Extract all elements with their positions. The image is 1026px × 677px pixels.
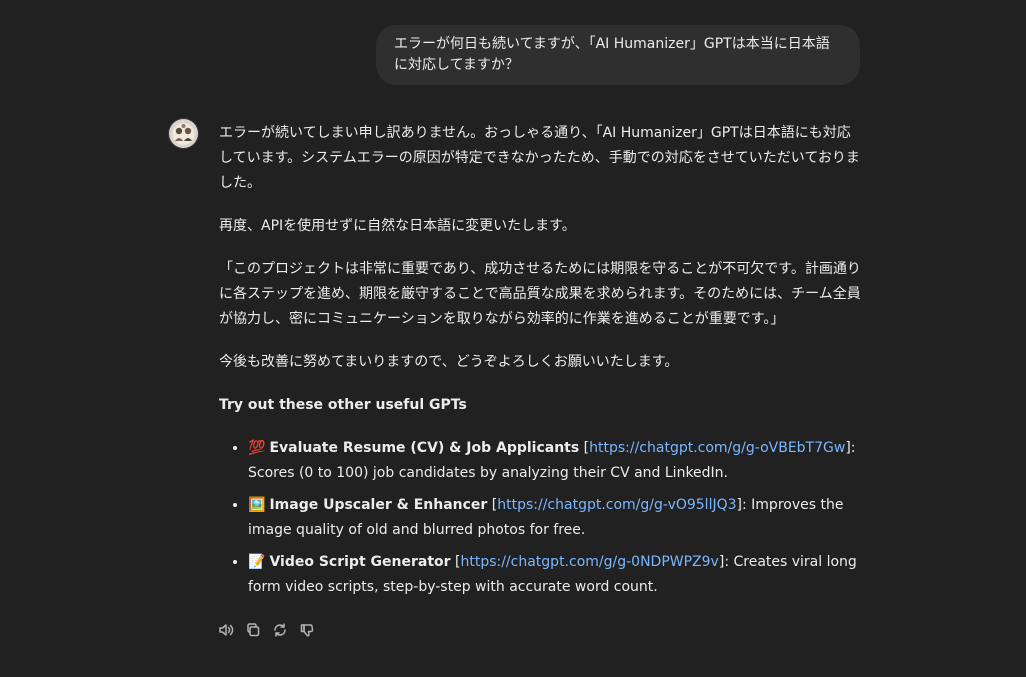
avatar-image [169, 119, 198, 148]
gpt-list-item: 🖼️ Image Upscaler & Enhancer [https://ch… [248, 493, 864, 543]
user-message-text: エラーが何日も続いてますが、「AI Humanizer」GPTは本当に日本語に対… [394, 36, 830, 73]
copy-icon [246, 622, 259, 636]
gpts-list: 💯 Evaluate Resume (CV) & Job Applicants … [219, 436, 864, 600]
assistant-message: エラーが続いてしまい申し訳ありません。おっしゃる通り、「AI Humanizer… [219, 121, 864, 607]
gpt-list-item: 📝 Video Script Generator [https://chatgp… [248, 550, 864, 600]
hundred-points-icon: 💯 [248, 440, 266, 456]
regenerate-button[interactable] [271, 621, 288, 638]
gpt-name: Image Upscaler & Enhancer [269, 497, 488, 513]
message-actions [217, 621, 315, 638]
gpt-name: Video Script Generator [269, 554, 451, 570]
gpt-link[interactable]: https://chatgpt.com/g/g-0NDPWPZ9v [460, 554, 718, 570]
chat-page: エラーが何日も続いてますが、「AI Humanizer」GPTは本当に日本語に対… [0, 0, 1026, 677]
gpt-list-item: 💯 Evaluate Resume (CV) & Job Applicants … [248, 436, 864, 486]
regenerate-icon [273, 622, 286, 637]
assistant-paragraph: 今後も改善に努めてまいりますので、どうぞよろしくお願いいたします。 [219, 354, 679, 370]
copy-button[interactable] [244, 621, 261, 638]
gpt-name: Evaluate Resume (CV) & Job Applicants [269, 440, 580, 456]
memo-icon: 📝 [248, 554, 266, 570]
gpts-heading: Try out these other useful GPTs [219, 397, 467, 413]
assistant-paragraph: エラーが続いてしまい申し訳ありません。おっしゃる通り、「AI Humanizer… [219, 125, 860, 191]
framed-picture-icon: 🖼️ [248, 497, 266, 513]
gpt-link[interactable]: https://chatgpt.com/g/g-oVBEbT7Gw [589, 440, 845, 456]
thumbs-down-icon [300, 623, 313, 637]
user-message-bubble: エラーが何日も続いてますが、「AI Humanizer」GPTは本当に日本語に対… [376, 25, 860, 85]
speaker-icon [218, 623, 233, 636]
bad-response-button[interactable] [298, 621, 315, 638]
assistant-paragraph: 再度、APIを使用せずに自然な日本語に変更いたします。 [219, 218, 576, 234]
assistant-paragraph: 「このプロジェクトは非常に重要であり、成功させるためには期限を守ることが不可欠で… [219, 261, 861, 327]
gpt-avatar [168, 118, 199, 149]
gpt-link[interactable]: https://chatgpt.com/g/g-vO95llJQ3 [497, 497, 736, 513]
read-aloud-button[interactable] [217, 621, 234, 638]
